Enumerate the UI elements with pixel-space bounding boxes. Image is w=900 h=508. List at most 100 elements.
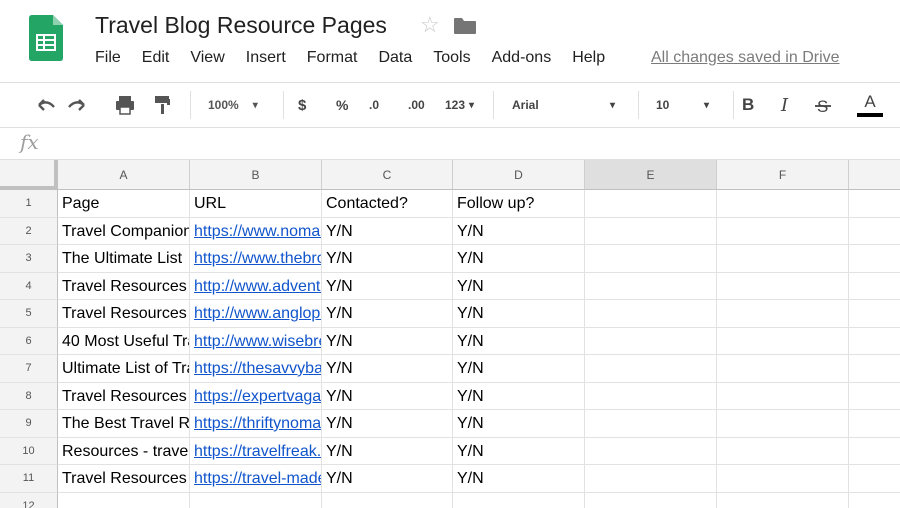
table-cell[interactable]: 40 Most Useful Travel: [58, 327, 190, 355]
table-cell[interactable]: Y/N: [322, 300, 453, 328]
menu-format[interactable]: Format: [307, 49, 358, 67]
row-header[interactable]: 2: [0, 217, 58, 245]
table-cell[interactable]: [717, 327, 849, 355]
sheets-logo-icon[interactable]: [29, 15, 63, 61]
table-cell[interactable]: [585, 217, 717, 245]
row-header[interactable]: 12: [0, 492, 58, 508]
row-header[interactable]: 11: [0, 465, 58, 493]
table-cell[interactable]: Travel Companions: [58, 217, 190, 245]
table-cell[interactable]: The Best Travel Resources: [58, 410, 190, 438]
table-cell[interactable]: [849, 245, 900, 273]
table-cell[interactable]: [849, 328, 900, 355]
table-cell[interactable]: [717, 410, 849, 438]
url-link-cell[interactable]: https://travelfreak.net: [190, 437, 322, 465]
table-cell[interactable]: [717, 217, 849, 245]
table-cell[interactable]: Y/N: [453, 272, 585, 300]
menu-data[interactable]: Data: [378, 49, 412, 67]
url-link-cell[interactable]: http://www.wisebread.com: [190, 327, 322, 355]
table-cell[interactable]: Y/N: [322, 465, 453, 493]
table-cell[interactable]: [322, 492, 453, 508]
table-cell[interactable]: Y/N: [322, 217, 453, 245]
table-cell[interactable]: [849, 438, 900, 465]
table-cell[interactable]: Y/N: [322, 245, 453, 273]
table-cell[interactable]: Y/N: [322, 437, 453, 465]
redo-icon[interactable]: [66, 83, 88, 127]
table-cell[interactable]: Travel Resources: [58, 300, 190, 328]
decrease-decimal-button[interactable]: .0: [369, 83, 379, 127]
table-cell[interactable]: [717, 437, 849, 465]
table-cell[interactable]: Y/N: [322, 355, 453, 383]
column-header-g[interactable]: [849, 160, 900, 190]
table-cell[interactable]: [849, 383, 900, 410]
table-cell[interactable]: [717, 492, 849, 508]
table-cell[interactable]: [585, 245, 717, 273]
table-cell[interactable]: [585, 272, 717, 300]
url-link-cell[interactable]: https://www.thebrokebackpacker.com: [190, 245, 322, 273]
table-cell[interactable]: [717, 300, 849, 328]
row-header[interactable]: 8: [0, 382, 58, 410]
percent-button[interactable]: %: [336, 83, 348, 127]
table-cell[interactable]: [717, 355, 849, 383]
text-color-button[interactable]: A: [857, 83, 883, 127]
table-cell[interactable]: [849, 218, 900, 245]
table-cell[interactable]: Contacted?: [322, 190, 453, 218]
url-link-cell[interactable]: http://www.adventurous-travels.com: [190, 272, 322, 300]
paint-format-icon[interactable]: [152, 83, 172, 127]
table-cell[interactable]: [585, 410, 717, 438]
row-header[interactable]: 6: [0, 327, 58, 355]
table-cell[interactable]: [717, 245, 849, 273]
menu-file[interactable]: File: [95, 49, 121, 67]
currency-button[interactable]: $: [298, 83, 306, 127]
menu-view[interactable]: View: [190, 49, 224, 67]
table-cell[interactable]: [849, 190, 900, 218]
table-cell[interactable]: [585, 382, 717, 410]
table-cell[interactable]: [717, 190, 849, 218]
table-cell[interactable]: Travel Resources: [58, 382, 190, 410]
column-header-b[interactable]: B: [190, 160, 322, 190]
table-cell[interactable]: [585, 327, 717, 355]
column-header-a[interactable]: A: [58, 160, 190, 190]
row-header[interactable]: 3: [0, 245, 58, 273]
table-cell[interactable]: [585, 190, 717, 218]
url-link-cell[interactable]: https://expertvagabond.com: [190, 382, 322, 410]
menu-insert[interactable]: Insert: [246, 49, 286, 67]
column-header-d[interactable]: D: [453, 160, 585, 190]
zoom-select[interactable]: 100% ▾: [208, 83, 268, 127]
table-cell[interactable]: Y/N: [453, 355, 585, 383]
italic-button[interactable]: I: [781, 83, 788, 127]
table-cell[interactable]: [849, 355, 900, 383]
table-cell[interactable]: [849, 410, 900, 438]
row-header[interactable]: 4: [0, 272, 58, 300]
table-cell[interactable]: [849, 300, 900, 328]
more-formats-button[interactable]: 123 ▾: [445, 83, 474, 127]
url-link-cell[interactable]: https://travel-made-simple.com: [190, 465, 322, 493]
table-cell[interactable]: [58, 492, 190, 508]
url-link-cell[interactable]: http://www.anglophilia.com: [190, 300, 322, 328]
table-cell[interactable]: Travel Resources: [58, 272, 190, 300]
menu-edit[interactable]: Edit: [142, 49, 170, 67]
url-link-cell[interactable]: https://thesavvybackpacker.com: [190, 355, 322, 383]
table-cell[interactable]: [849, 273, 900, 300]
table-cell[interactable]: The Ultimate List: [58, 245, 190, 273]
table-cell[interactable]: Y/N: [322, 410, 453, 438]
table-cell[interactable]: Travel Resources: [58, 465, 190, 493]
save-status-link[interactable]: All changes saved in Drive: [651, 49, 840, 67]
table-cell[interactable]: [585, 300, 717, 328]
table-cell[interactable]: Y/N: [322, 382, 453, 410]
table-cell[interactable]: [717, 272, 849, 300]
row-header[interactable]: 10: [0, 437, 58, 465]
menu-help[interactable]: Help: [572, 49, 605, 67]
table-cell[interactable]: [585, 465, 717, 493]
formula-input[interactable]: [50, 127, 890, 159]
bold-button[interactable]: B: [742, 83, 754, 127]
column-header-c[interactable]: C: [322, 160, 453, 190]
column-header-e[interactable]: E: [585, 160, 717, 190]
table-cell[interactable]: Y/N: [453, 327, 585, 355]
table-cell[interactable]: Follow up?: [453, 190, 585, 218]
row-header[interactable]: 9: [0, 410, 58, 438]
table-cell[interactable]: [849, 493, 900, 508]
folder-icon[interactable]: [454, 18, 476, 34]
column-header-f[interactable]: F: [717, 160, 849, 190]
font-size-select[interactable]: 10 ▾: [656, 83, 716, 127]
table-cell[interactable]: Ultimate List of Travel: [58, 355, 190, 383]
